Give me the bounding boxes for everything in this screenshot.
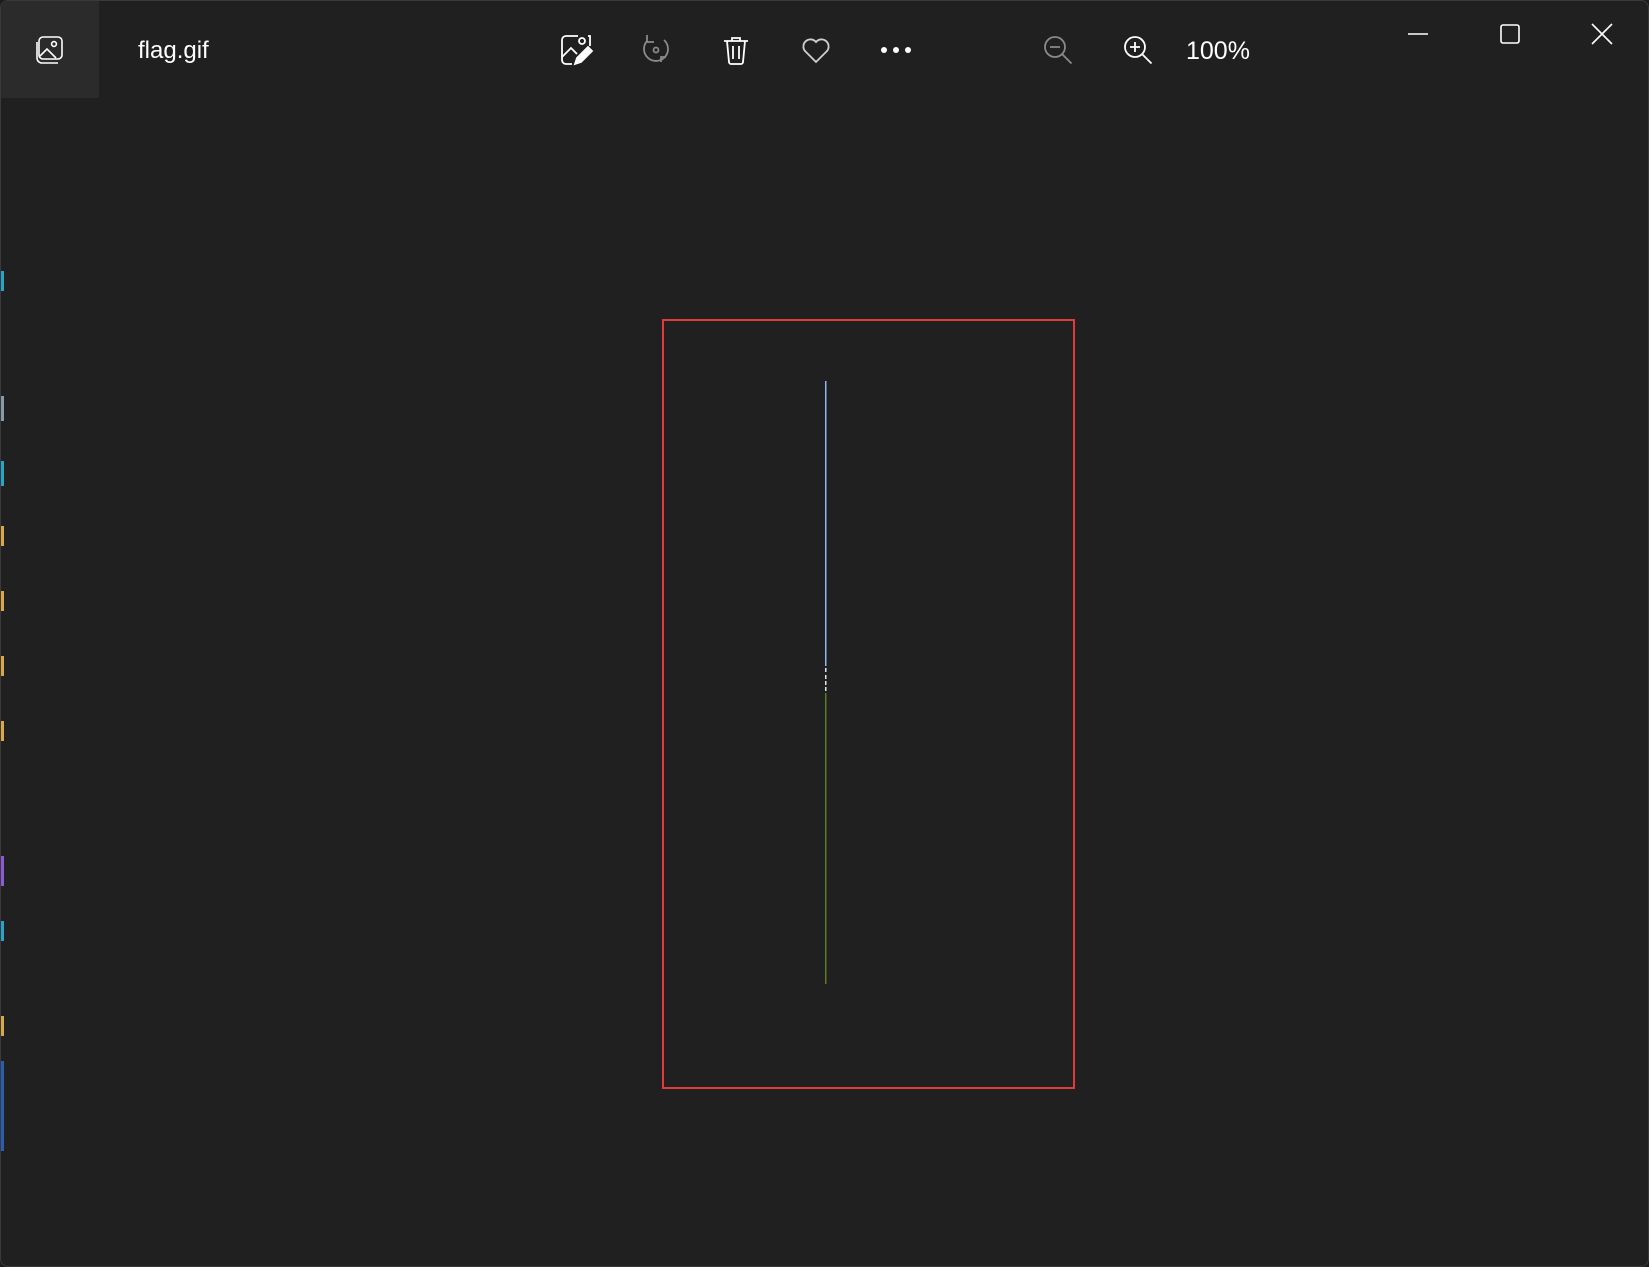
- heart-icon: [802, 38, 830, 64]
- more-options-button[interactable]: [871, 25, 921, 75]
- window-title: flag.gif: [138, 37, 209, 64]
- gallery-button[interactable]: [1, 1, 99, 98]
- image-preview[interactable]: [824, 381, 827, 984]
- photos-app-icon: [36, 35, 63, 64]
- photos-viewer-window: flag.gif 100%: [0, 0, 1649, 1267]
- close-button[interactable]: [1570, 9, 1634, 59]
- zoom-out-button[interactable]: [1033, 25, 1083, 75]
- minimize-icon: [1408, 33, 1428, 35]
- favorite-button[interactable]: [791, 25, 841, 75]
- maximize-icon: [1500, 24, 1520, 44]
- more-ellipsis-icon: [881, 47, 911, 53]
- zoom-in-icon: [1124, 36, 1153, 65]
- close-icon: [1591, 23, 1613, 45]
- zoom-in-button[interactable]: [1113, 25, 1163, 75]
- rotate-button[interactable]: [631, 25, 681, 75]
- delete-button[interactable]: [711, 25, 761, 75]
- rotate-icon: [643, 35, 669, 62]
- image-edit-icon: [561, 35, 594, 66]
- maximize-button[interactable]: [1478, 9, 1542, 59]
- highlight-box: [662, 319, 1075, 1089]
- edit-image-button[interactable]: [551, 25, 601, 75]
- zoom-out-icon: [1044, 36, 1073, 65]
- zoom-level-label[interactable]: 100%: [1186, 34, 1250, 68]
- title-bar: flag.gif 100%: [1, 1, 1648, 98]
- minimize-button[interactable]: [1386, 9, 1450, 59]
- trash-icon: [724, 37, 748, 65]
